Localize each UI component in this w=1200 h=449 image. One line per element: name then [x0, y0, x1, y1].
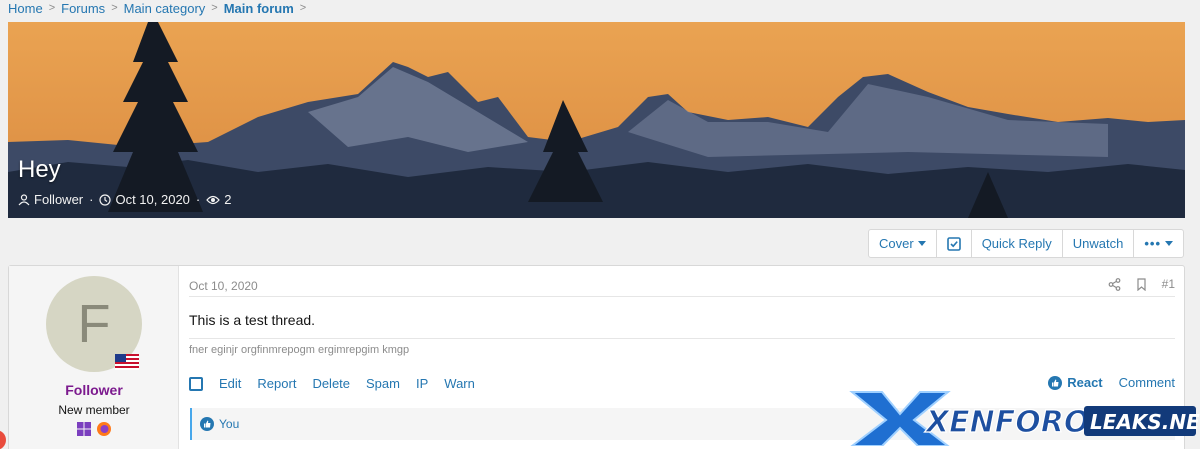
- post-header-actions: #1: [1108, 277, 1175, 291]
- post-date[interactable]: Oct 10, 2020: [189, 279, 258, 293]
- spam-link[interactable]: Spam: [366, 376, 400, 391]
- select-toggle-button[interactable]: [937, 230, 972, 257]
- floating-indicator[interactable]: [0, 430, 6, 449]
- reactions-list[interactable]: You: [219, 417, 239, 431]
- react-button[interactable]: React: [1048, 375, 1103, 390]
- thread-author[interactable]: Follower: [34, 192, 83, 207]
- meta-separator: ·: [89, 192, 94, 207]
- bookmark-icon[interactable]: [1135, 277, 1148, 291]
- post-actions-left: Edit Report Delete Spam IP Warn: [189, 376, 475, 391]
- chevron-right-icon: >: [299, 2, 307, 14]
- report-link[interactable]: Report: [257, 376, 296, 391]
- us-flag-icon: [115, 354, 139, 370]
- cover-mountain-image: [8, 22, 1185, 218]
- thread-views: 2: [224, 192, 232, 207]
- thread-title: Hey: [18, 156, 61, 183]
- unwatch-button[interactable]: Unwatch: [1063, 230, 1135, 257]
- edit-link[interactable]: Edit: [219, 376, 241, 391]
- like-reaction-icon: [200, 417, 214, 431]
- breadcrumb-forums[interactable]: Forums: [61, 1, 105, 16]
- ellipsis-icon: •••: [1144, 236, 1161, 251]
- chevron-right-icon: >: [111, 2, 118, 14]
- post-header: Oct 10, 2020 #1: [189, 277, 1175, 297]
- thread-meta: Follower · Oct 10, 2020 · 2: [18, 192, 232, 207]
- thread-toolbar: Cover Quick Reply Unwatch •••: [868, 229, 1184, 258]
- quick-reply-button[interactable]: Quick Reply: [972, 230, 1063, 257]
- cover-button-label: Cover: [879, 236, 914, 251]
- thread-cover: Hey Follower · Oct 10, 2020 · 2: [8, 22, 1185, 218]
- post-username[interactable]: Follower: [9, 382, 179, 398]
- post-number[interactable]: #1: [1162, 277, 1175, 291]
- meta-separator: ·: [195, 192, 201, 207]
- post-signature: fner eginjr orgfinmrepogm ergimrepgim km…: [189, 344, 410, 356]
- post-actions-right: React Comment: [1048, 375, 1175, 390]
- eye-icon: [206, 195, 221, 204]
- windows-icon: [77, 422, 91, 436]
- firefox-icon: [97, 422, 111, 436]
- thumbs-up-icon: [1048, 375, 1063, 390]
- react-label: React: [1067, 375, 1103, 390]
- delete-link[interactable]: Delete: [312, 376, 350, 391]
- watermark-brand: XENFORO: [924, 405, 1089, 440]
- breadcrumb-main-category[interactable]: Main category: [124, 1, 206, 16]
- post-body: This is a test thread.: [189, 312, 316, 328]
- checkbox-checked-icon: [946, 236, 961, 251]
- thread-date[interactable]: Oct 10, 2020: [115, 192, 189, 207]
- clock-icon: [99, 193, 112, 206]
- more-options-button[interactable]: •••: [1134, 230, 1183, 257]
- caret-down-icon: [917, 241, 926, 246]
- cover-button[interactable]: Cover: [869, 230, 937, 257]
- chevron-right-icon: >: [48, 2, 56, 14]
- comment-link[interactable]: Comment: [1119, 375, 1175, 390]
- caret-down-icon: [1165, 241, 1173, 246]
- user-agent-icons: [76, 421, 112, 437]
- breadcrumb-home[interactable]: Home: [8, 1, 43, 16]
- watermark-suffix: LEAKS.NET: [1090, 410, 1200, 434]
- xenforoleaks-watermark-logo: XENFORO LEAKS.NET: [849, 391, 1200, 446]
- signature-divider: [189, 338, 1175, 339]
- warn-link[interactable]: Warn: [444, 376, 475, 391]
- breadcrumb: Home > Forums > Main category > Main for…: [8, 0, 312, 16]
- user-icon: [18, 193, 30, 205]
- ip-link[interactable]: IP: [416, 376, 428, 391]
- share-icon[interactable]: [1108, 277, 1121, 291]
- select-post-checkbox[interactable]: [189, 376, 203, 391]
- breadcrumb-main-forum[interactable]: Main forum: [224, 1, 294, 16]
- chevron-right-icon: >: [211, 2, 218, 14]
- post-user-title: New member: [58, 403, 130, 417]
- post-user-column: F Follower New member: [9, 266, 179, 449]
